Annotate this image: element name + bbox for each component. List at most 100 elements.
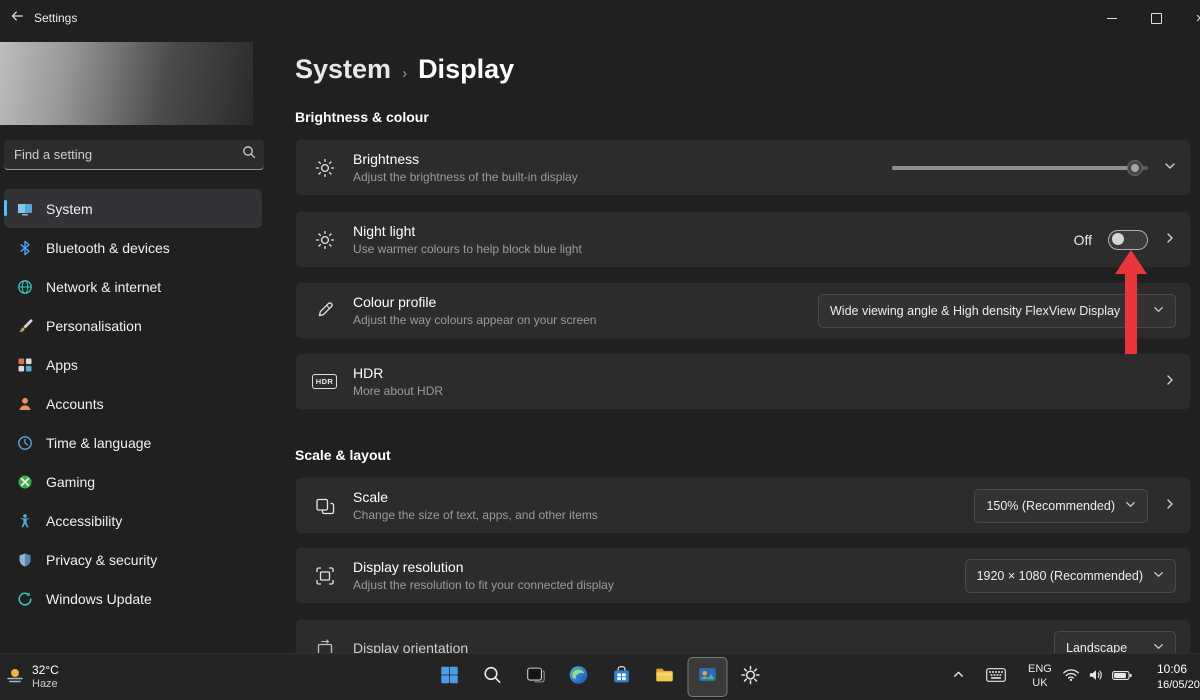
window-controls: ×: [1090, 0, 1200, 36]
sidebar-item-windows-update[interactable]: Windows Update: [4, 579, 262, 618]
taskbar-search-button[interactable]: [473, 657, 513, 697]
gear-icon: [740, 664, 762, 691]
system-icon: [16, 201, 33, 217]
scale-subtitle: Change the size of text, apps, and other…: [353, 508, 598, 522]
file-explorer-button[interactable]: [645, 657, 685, 697]
maximize-icon: [1151, 13, 1162, 24]
edge-icon: [568, 664, 590, 691]
sidebar-item-privacy-security[interactable]: Privacy & security: [4, 540, 262, 579]
active-app-button[interactable]: [688, 657, 728, 697]
clock-widget[interactable]: 10:06 16/05/2023: [1157, 654, 1200, 700]
brightness-sun-icon: [296, 158, 353, 178]
display-resolution-value: 1920 × 1080 (Recommended): [977, 569, 1143, 583]
tray-time: 10:06: [1157, 662, 1200, 678]
chevron-down-icon[interactable]: [1164, 159, 1176, 177]
display-resolution-dropdown[interactable]: 1920 × 1080 (Recommended): [965, 559, 1176, 593]
night-light-toggle-state: Off: [1074, 232, 1092, 248]
colour-profile-value: Wide viewing angle & High density FlexVi…: [830, 304, 1143, 318]
system-tray-status[interactable]: [1062, 654, 1132, 700]
breadcrumb-system[interactable]: System: [295, 54, 391, 85]
chevron-down-icon: [1153, 304, 1164, 318]
sidebar-item-personalisation[interactable]: Personalisation: [4, 306, 262, 345]
chevron-right-icon[interactable]: [1164, 373, 1176, 391]
pen-icon: [296, 301, 353, 321]
night-light-card[interactable]: Night light Use warmer colours to help b…: [295, 211, 1191, 268]
night-light-toggle[interactable]: [1108, 230, 1148, 250]
sidebar-item-label: Bluetooth & devices: [46, 240, 170, 256]
language-code: ENG: [1028, 663, 1052, 677]
xbox-icon: [16, 474, 33, 490]
chevron-up-icon: [952, 668, 965, 686]
brightness-slider[interactable]: [892, 160, 1148, 176]
display-resolution-subtitle: Adjust the resolution to fit your connec…: [353, 578, 614, 592]
settings-app-button[interactable]: [731, 657, 771, 697]
sidebar-item-network-internet[interactable]: Network & internet: [4, 267, 262, 306]
night-light-subtitle: Use warmer colours to help block blue li…: [353, 242, 582, 256]
sidebar-item-time-language[interactable]: Time & language: [4, 423, 262, 462]
colour-profile-dropdown[interactable]: Wide viewing angle & High density FlexVi…: [818, 294, 1176, 328]
display-resolution-title: Display resolution: [353, 559, 614, 575]
task-view-icon: [525, 664, 547, 691]
sidebar-item-label: Windows Update: [46, 591, 152, 607]
page-title: Display: [418, 54, 514, 85]
store-icon: [611, 664, 633, 691]
search-icon: [483, 665, 503, 690]
sidebar-item-label: Accessibility: [46, 513, 122, 529]
search-input[interactable]: [12, 146, 242, 163]
section-brightness-colour: Brightness & colour: [295, 109, 429, 125]
tray-show-hidden-icons-button[interactable]: [952, 654, 965, 700]
brightness-card[interactable]: Brightness Adjust the brightness of the …: [295, 139, 1191, 196]
close-button[interactable]: ×: [1178, 0, 1200, 36]
sidebar-item-bluetooth-devices[interactable]: Bluetooth & devices: [4, 228, 262, 267]
touch-keyboard-button[interactable]: [986, 654, 1006, 700]
brightness-title: Brightness: [353, 151, 578, 167]
sidebar-item-system[interactable]: System: [4, 189, 262, 228]
section-scale-layout: Scale & layout: [295, 447, 391, 463]
edge-browser-button[interactable]: [559, 657, 599, 697]
sidebar-item-accessibility[interactable]: Accessibility: [4, 501, 262, 540]
tray-date: 16/05/2023: [1157, 678, 1200, 692]
accessibility-person-icon: [16, 513, 33, 529]
display-resolution-card[interactable]: Display resolution Adjust the resolution…: [295, 547, 1191, 604]
brightness-slider-knob[interactable]: [1127, 160, 1143, 176]
sidebar-item-accounts[interactable]: Accounts: [4, 384, 262, 423]
chevron-down-icon: [1153, 569, 1164, 583]
maximize-button[interactable]: [1134, 0, 1178, 36]
scale-icon: [296, 496, 353, 516]
language-switcher[interactable]: ENG UK: [1028, 654, 1052, 700]
sidebar-item-label: Time & language: [46, 435, 151, 451]
sidebar-item-apps[interactable]: Apps: [4, 345, 262, 384]
titlebar: Settings ×: [0, 0, 1200, 36]
scale-dropdown[interactable]: 150% (Recommended): [974, 489, 1148, 523]
person-icon: [16, 396, 33, 412]
microsoft-store-button[interactable]: [602, 657, 642, 697]
weather-condition: Haze: [32, 678, 59, 691]
chevron-right-icon[interactable]: [1164, 497, 1176, 515]
night-light-icon: [296, 230, 353, 250]
back-arrow-icon: [10, 9, 24, 28]
chevron-right-icon[interactable]: [1164, 231, 1176, 249]
volume-icon: [1088, 668, 1104, 687]
brightness-slider-fill: [892, 166, 1135, 170]
taskbar: 32°C Haze: [0, 653, 1200, 700]
sidebar-item-gaming[interactable]: Gaming: [4, 462, 262, 501]
minimize-icon: [1107, 18, 1117, 19]
taskbar-center: [430, 657, 771, 697]
hdr-card[interactable]: HDR HDR More about HDR: [295, 353, 1191, 410]
window-title: Settings: [34, 11, 77, 25]
weather-widget[interactable]: 32°C Haze: [5, 654, 59, 700]
wifi-icon: [1062, 667, 1080, 687]
hdr-subtitle: More about HDR: [353, 384, 443, 398]
shield-icon: [16, 552, 33, 568]
keyboard-icon: [986, 668, 1006, 687]
scale-card[interactable]: Scale Change the size of text, apps, and…: [295, 477, 1191, 534]
sidebar-item-label: Gaming: [46, 474, 95, 490]
chevron-down-icon: [1125, 499, 1136, 513]
minimize-button[interactable]: [1090, 0, 1134, 36]
back-button[interactable]: [0, 0, 34, 36]
search-box[interactable]: [4, 140, 264, 170]
night-light-title: Night light: [353, 223, 582, 239]
task-view-button[interactable]: [516, 657, 556, 697]
colour-profile-card[interactable]: Colour profile Adjust the way colours ap…: [295, 282, 1191, 339]
start-button[interactable]: [430, 657, 470, 697]
